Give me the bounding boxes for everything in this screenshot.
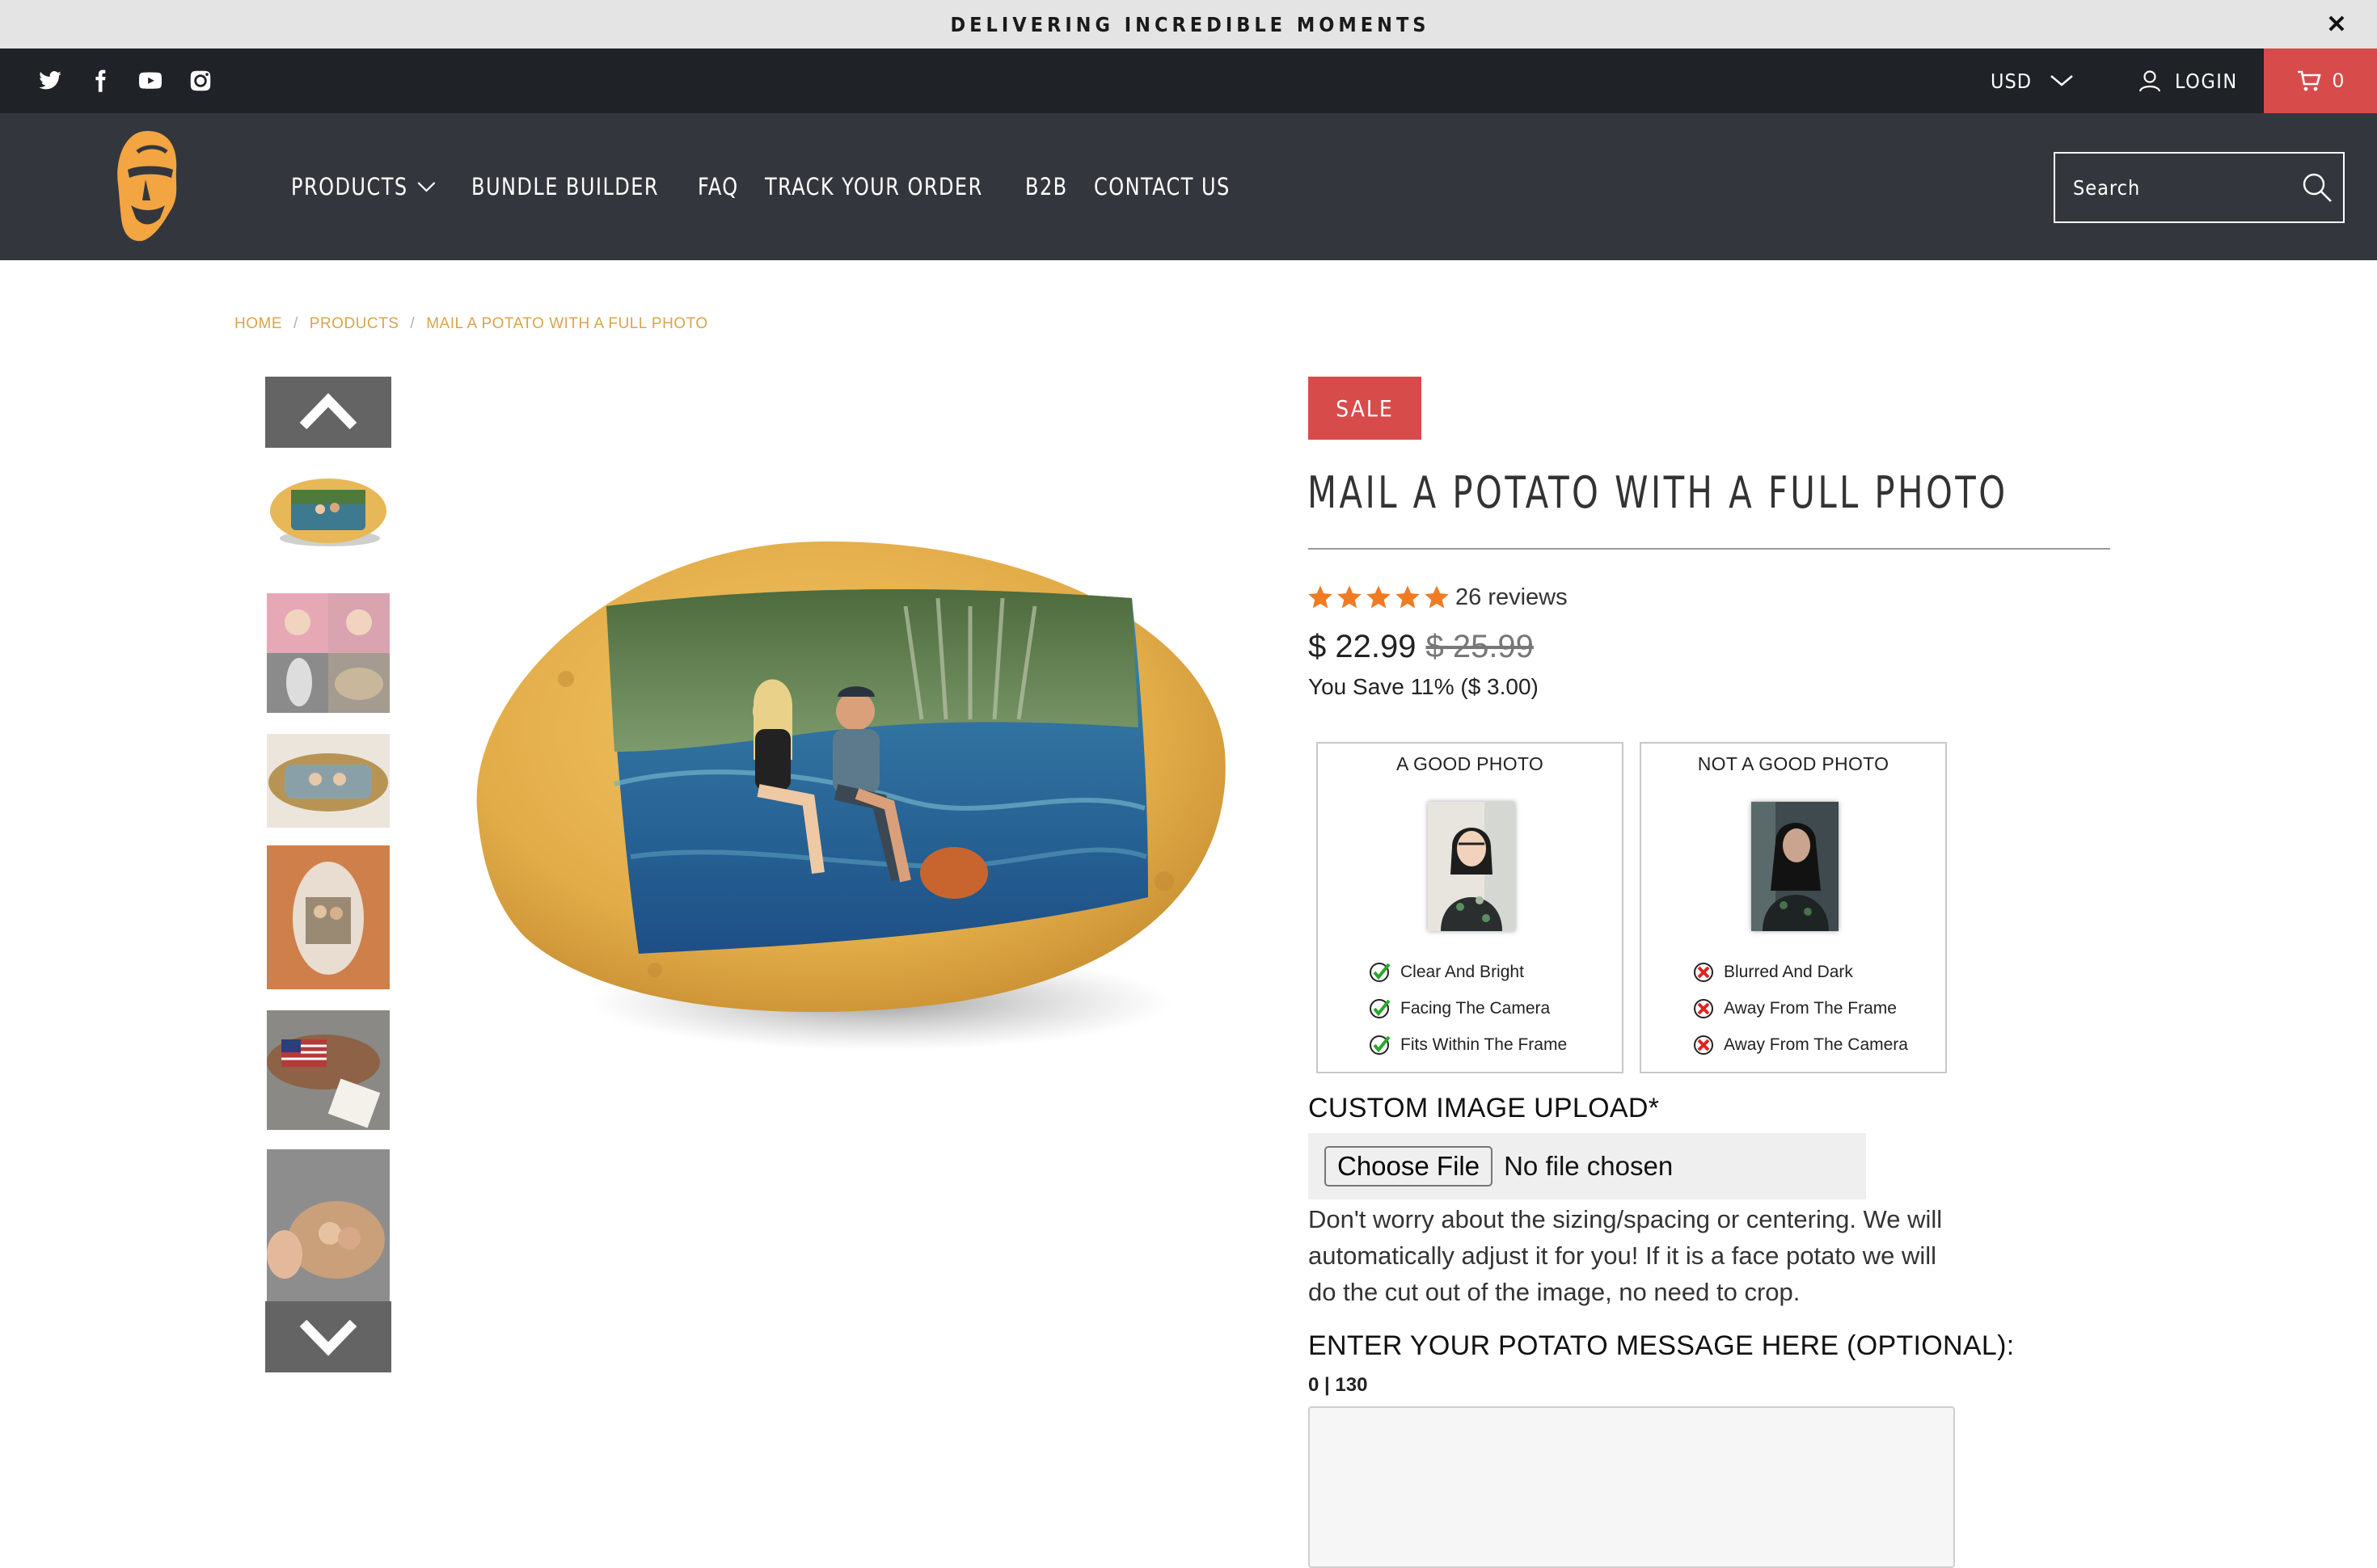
login-link[interactable]: LOGIN	[2138, 48, 2238, 113]
currency-selector[interactable]: USD	[1991, 48, 2074, 113]
product-rating[interactable]: 26 reviews	[1307, 584, 1568, 611]
check-icon	[1370, 1035, 1391, 1055]
good-point: Clear And Bright	[1400, 962, 1524, 981]
upload-label: CUSTOM IMAGE UPLOAD*	[1308, 1093, 1660, 1123]
thumbnail-4[interactable]	[267, 845, 390, 989]
list-item: Away From The Frame	[1691, 990, 1908, 1026]
thumbnail-3[interactable]	[267, 734, 390, 828]
main-nav: PRODUCTS BUNDLE BUILDER FAQ TRACK YOUR O…	[0, 113, 2377, 260]
good-photo-example	[1428, 802, 1515, 931]
compare-price: $ 25.99	[1425, 629, 1534, 664]
instagram-icon[interactable]	[188, 68, 213, 94]
cross-icon	[1694, 1035, 1713, 1055]
savings-text: You Save 11% ($ 3.00)	[1308, 674, 1539, 699]
breadcrumb-home[interactable]: HOME	[234, 315, 282, 333]
close-icon[interactable]: ✕	[2320, 8, 2353, 40]
star-icon	[1366, 585, 1391, 609]
search-icon[interactable]	[2301, 170, 2333, 205]
nav-links: PRODUCTS BUNDLE BUILDER FAQ TRACK YOUR O…	[291, 113, 1242, 260]
top-bar: USD LOGIN 0	[0, 48, 2377, 113]
good-point: Fits Within The Frame	[1400, 1035, 1568, 1054]
thumbnail-6[interactable]	[267, 1149, 390, 1301]
good-photo-list: Clear And Bright Facing The Camera Fits …	[1368, 954, 1567, 1063]
list-item: Away From The Camera	[1691, 1026, 1908, 1063]
list-item: Blurred And Dark	[1691, 954, 1908, 990]
chevron-down-icon	[299, 1319, 357, 1356]
cart-button[interactable]: 0	[2264, 48, 2377, 113]
good-point: Facing The Camera	[1400, 998, 1551, 1018]
cross-icon	[1694, 998, 1713, 1018]
upload-note: Don't worry about the sizing/spacing or …	[1308, 1205, 1943, 1306]
nav-b2b[interactable]: B2B	[1025, 173, 1068, 200]
nav-contact-us[interactable]: CONTACT US	[1094, 173, 1231, 200]
list-item: Facing The Camera	[1368, 990, 1567, 1026]
message-label: ENTER YOUR POTATO MESSAGE HERE (OPTIONAL…	[1308, 1330, 2015, 1361]
thumbnail-1[interactable]	[267, 469, 390, 550]
nav-products[interactable]: PRODUCTS	[291, 173, 437, 200]
brand-logo[interactable]	[113, 128, 181, 244]
announcement-bar: DELIVERING INCREDIBLE MOMENTS ✕	[0, 0, 2377, 48]
message-textarea[interactable]	[1308, 1406, 1955, 1568]
thumbnail-2[interactable]	[267, 593, 390, 713]
nav-bundle-builder[interactable]: BUNDLE BUILDER	[471, 173, 659, 200]
list-item: Fits Within The Frame	[1368, 1026, 1567, 1063]
cross-icon	[1694, 962, 1713, 982]
file-upload: Choose File No file chosen	[1308, 1133, 1866, 1199]
search-input[interactable]	[2071, 175, 2301, 200]
nav-faq[interactable]: FAQ	[698, 173, 739, 200]
chevron-down-icon	[2050, 75, 2073, 86]
chevron-down-icon	[417, 182, 436, 192]
title-divider	[1308, 548, 2110, 550]
list-item: Clear And Bright	[1368, 954, 1567, 990]
nav-products-label: PRODUCTS	[291, 173, 408, 200]
bad-point: Away From The Camera	[1724, 1035, 1908, 1054]
thumbnail-scroll-up[interactable]	[265, 377, 391, 448]
product-main-image[interactable]	[453, 517, 1261, 1083]
star-icon	[1337, 585, 1362, 609]
facebook-icon[interactable]	[87, 68, 113, 94]
bad-photo-example	[1751, 802, 1839, 931]
breadcrumb: HOME / PRODUCTS / MAIL A POTATO WITH A F…	[234, 315, 708, 333]
reviews-count: 26 reviews	[1455, 584, 1568, 610]
good-photo-title: A GOOD PHOTO	[1395, 753, 1544, 774]
cart-count: 0	[2333, 69, 2344, 92]
star-icon	[1425, 585, 1449, 609]
nav-track-order[interactable]: TRACK YOUR ORDER	[765, 173, 983, 200]
bad-point: Blurred And Dark	[1724, 962, 1853, 981]
breadcrumb-separator: /	[410, 315, 416, 332]
check-icon	[1370, 962, 1391, 982]
user-icon	[2138, 70, 2161, 92]
good-photo-guide: A GOOD PHOTO Clear And Bright Facing The…	[1316, 742, 1623, 1073]
bad-point: Away From The Frame	[1724, 998, 1897, 1018]
breadcrumb-current[interactable]: MAIL A POTATO WITH A FULL PHOTO	[426, 315, 707, 333]
breadcrumb-products[interactable]: PRODUCTS	[310, 315, 399, 333]
sale-badge: SALE	[1308, 377, 1421, 440]
search-box	[2054, 152, 2345, 223]
announcement-text: DELIVERING INCREDIBLE MOMENTS	[950, 12, 1430, 36]
character-counter: 0 | 130	[1308, 1374, 1368, 1396]
login-label: LOGIN	[2175, 69, 2238, 93]
bad-photo-guide: NOT A GOOD PHOTO Blurred And Dark Away F…	[1640, 742, 1947, 1073]
current-price: $ 22.99	[1308, 629, 1416, 664]
currency-label: USD	[1991, 69, 2033, 93]
thumbnail-scroll-down[interactable]	[265, 1301, 391, 1372]
bad-photo-list: Blurred And Dark Away From The Frame Awa…	[1691, 954, 1908, 1063]
choose-file-button[interactable]: Choose File	[1324, 1146, 1493, 1187]
breadcrumb-separator: /	[293, 315, 298, 332]
cart-icon	[2298, 70, 2321, 91]
thumbnail-5[interactable]	[267, 1010, 390, 1130]
youtube-icon[interactable]	[137, 68, 163, 94]
file-status: No file chosen	[1504, 1151, 1674, 1181]
star-icon	[1395, 585, 1420, 609]
chevron-up-icon	[299, 393, 357, 430]
bad-photo-title: NOT A GOOD PHOTO	[1697, 753, 1889, 774]
check-icon	[1370, 998, 1391, 1018]
social-links	[37, 48, 213, 113]
star-icon	[1308, 585, 1332, 609]
price-block: $ 22.99 $ 25.99	[1308, 629, 1534, 665]
product-title: MAIL A POTATO WITH A FULL PHOTO	[1307, 467, 2008, 518]
twitter-icon[interactable]	[37, 68, 63, 94]
